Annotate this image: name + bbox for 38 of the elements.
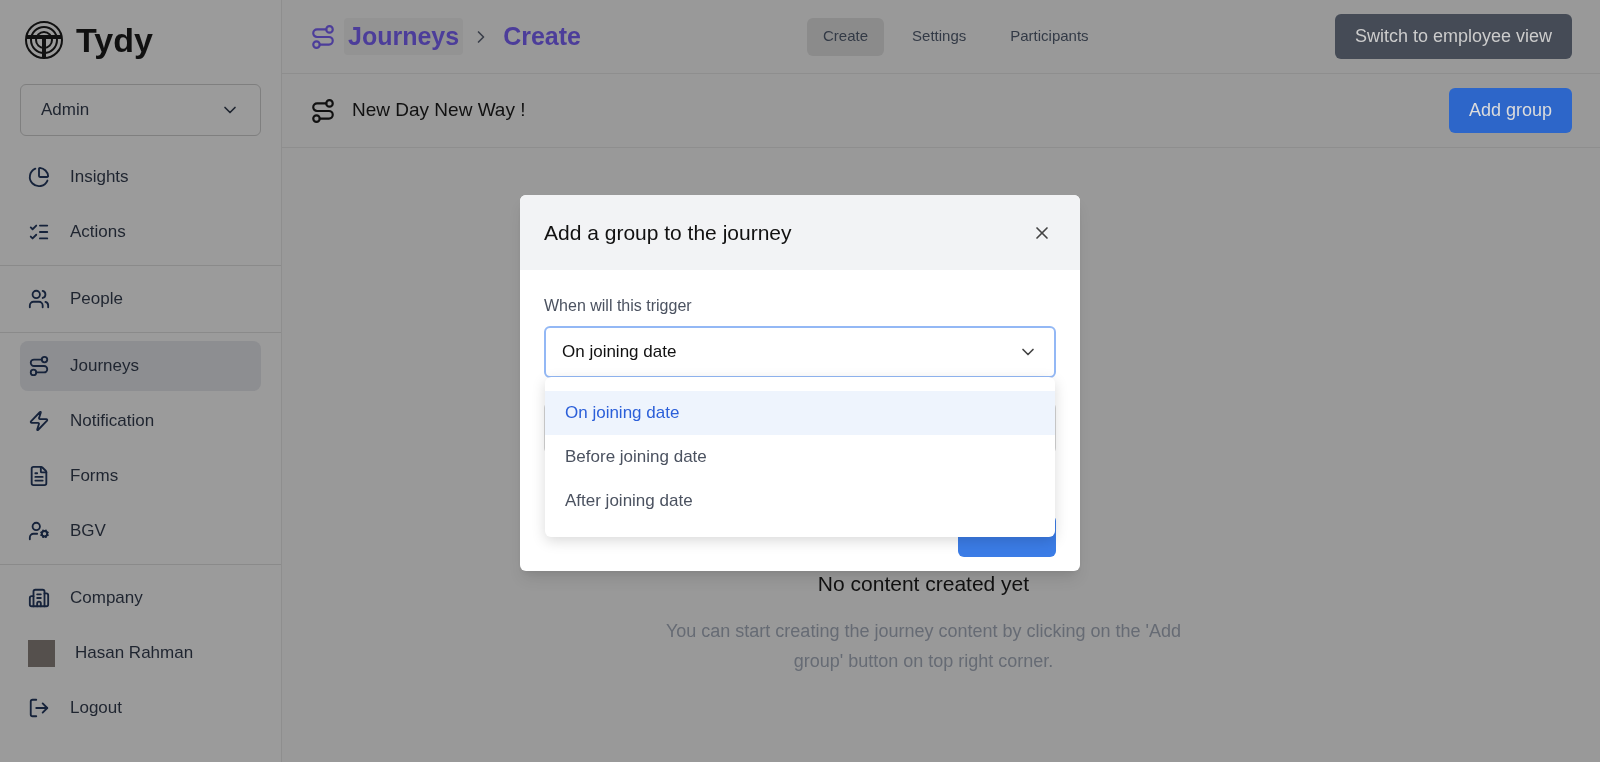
sidebar-item[interactable]: Hasan Rahman: [20, 628, 261, 678]
sidebar-item[interactable]: Logout: [20, 683, 261, 733]
add-group-button[interactable]: Add group: [1448, 88, 1572, 133]
people-icon: [28, 288, 50, 310]
avatar-placeholder: [28, 639, 55, 667]
journey-title: New Day New Way !: [352, 98, 526, 123]
breadcrumb-link[interactable]: Create: [499, 17, 585, 56]
logout-icon: [28, 697, 50, 719]
building-icon: [28, 587, 50, 609]
sidebar-item[interactable]: Journeys: [20, 341, 261, 391]
route-icon: [28, 355, 50, 377]
sidebar-item[interactable]: Insights: [20, 152, 261, 202]
user-gear-icon: [28, 520, 50, 542]
dropdown-option[interactable]: On joining date: [545, 391, 1055, 435]
pie-chart-icon: [28, 166, 50, 188]
sidebar-item[interactable]: BGV: [20, 506, 261, 556]
switch-view-button[interactable]: Switch to employee view: [1334, 14, 1572, 59]
dropdown-option[interactable]: Before joining date: [545, 435, 1055, 479]
sidebar-item[interactable]: Forms: [20, 451, 261, 501]
tab[interactable]: Participants: [994, 17, 1105, 56]
route-icon: [310, 23, 336, 50]
breadcrumb-link[interactable]: Journeys: [344, 17, 464, 56]
field-label: When will this trigger: [544, 296, 693, 316]
dropdown-option[interactable]: After joining date: [545, 479, 1055, 523]
sidebar-item[interactable]: Notification: [20, 396, 261, 446]
role-select[interactable]: Admin: [20, 84, 261, 136]
tab[interactable]: Settings: [896, 17, 983, 56]
document-icon: [28, 465, 50, 487]
sidebar-item[interactable]: People: [20, 274, 261, 324]
sidebar-item[interactable]: Actions: [20, 207, 261, 257]
tab[interactable]: Create: [807, 17, 885, 56]
route-icon: [310, 97, 336, 124]
brand-name: Tydy: [76, 19, 153, 61]
modal-title: Add a group to the journey: [544, 219, 792, 246]
empty-state-title: No content created yet: [817, 571, 1030, 597]
trigger-select[interactable]: On joining date: [544, 326, 1056, 378]
lightning-icon: [28, 410, 50, 432]
sidebar-item[interactable]: Company: [20, 573, 261, 623]
